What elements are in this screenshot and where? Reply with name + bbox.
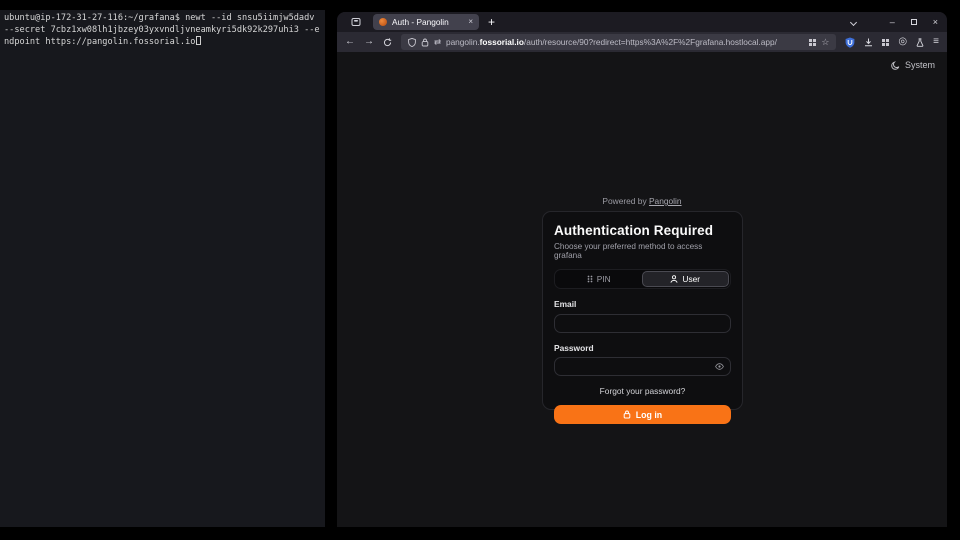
login-button-label: Log in — [636, 410, 662, 420]
window-close-button[interactable]: × — [933, 18, 938, 27]
ublock-extension-icon[interactable] — [845, 37, 855, 48]
moon-theme-icon — [891, 61, 900, 70]
list-tabs-chevron-icon[interactable] — [850, 18, 857, 25]
forward-icon[interactable]: → — [364, 37, 374, 47]
url-text[interactable]: pangolin.fossorial.io/auth/resource/90?r… — [446, 37, 804, 47]
auth-page: System Powered by Pangolin Authenticatio… — [337, 52, 947, 527]
tab-title: Auth - Pangolin — [392, 17, 463, 27]
settings-ring-icon[interactable]: ◎ — [898, 37, 907, 47]
bookmark-star-icon[interactable]: ☆ — [821, 37, 829, 48]
reload-icon[interactable] — [383, 38, 392, 47]
keypad-icon — [587, 275, 593, 283]
tab-auth-pangolin[interactable]: Auth - Pangolin × — [373, 14, 479, 30]
downloads-icon[interactable] — [864, 38, 873, 47]
window-minimize-button[interactable]: – — [890, 18, 895, 27]
extensions-icon[interactable] — [882, 39, 889, 46]
tab-user-label: User — [682, 274, 700, 284]
terminal-line: ndpoint https://pangolin.fossorial.io — [4, 36, 321, 49]
window-controls: – × — [851, 18, 947, 27]
page-action-icon[interactable]: ⇄ — [434, 37, 441, 47]
tracking-protection-shield-icon[interactable] — [408, 38, 416, 47]
url-bar[interactable]: ⇄ pangolin.fossorial.io/auth/resource/90… — [401, 34, 836, 50]
browser-window: Auth - Pangolin × + – × ← → — [337, 12, 947, 527]
pangolin-link[interactable]: Pangolin — [649, 196, 682, 206]
tab-pin[interactable]: PIN — [556, 271, 642, 287]
menu-icon[interactable]: ≡ — [933, 37, 939, 47]
card-subtitle: Choose your preferred method to access g… — [554, 242, 731, 260]
firefox-view-icon[interactable] — [351, 17, 361, 27]
auth-card: Authentication Required Choose your pref… — [542, 211, 743, 410]
login-lock-icon — [623, 410, 631, 419]
password-field[interactable] — [554, 357, 731, 376]
new-tab-button[interactable]: + — [488, 16, 495, 28]
user-icon — [670, 275, 678, 283]
card-title: Authentication Required — [554, 223, 731, 238]
lock-icon[interactable] — [421, 38, 429, 47]
tab-pin-label: PIN — [597, 274, 611, 284]
forgot-password-link[interactable]: Forgot your password? — [554, 386, 731, 396]
terminal-window[interactable]: ubuntu@ip-172-31-27-116:~/grafana$ newt … — [0, 10, 325, 527]
theme-label: System — [905, 60, 935, 70]
nav-toolbar: ← → ⇄ pangolin.fossorial.io/auth/resourc… — [337, 32, 947, 52]
back-icon[interactable]: ← — [345, 37, 355, 47]
container-grid-icon[interactable] — [809, 39, 816, 46]
show-password-eye-icon[interactable] — [715, 363, 724, 370]
desktop: ubuntu@ip-172-31-27-116:~/grafana$ newt … — [0, 0, 960, 540]
terminal-cursor — [196, 36, 201, 45]
tab-user[interactable]: User — [642, 271, 730, 287]
login-button[interactable]: Log in — [554, 405, 731, 424]
powered-by: Powered by Pangolin — [337, 196, 947, 206]
tab-strip: Auth - Pangolin × + – × — [337, 12, 947, 32]
email-field[interactable] — [554, 314, 731, 333]
auth-method-tabs: PIN User — [554, 269, 731, 289]
terminal-line: --secret 7cbz1xw08lh1jbzey03yxvndljvneam… — [4, 25, 321, 37]
flask-icon[interactable] — [916, 38, 924, 47]
pangolin-favicon — [379, 18, 387, 26]
tab-close-icon[interactable]: × — [468, 18, 473, 26]
password-label: Password — [554, 343, 731, 353]
window-maximize-button[interactable] — [911, 19, 917, 25]
theme-toggle[interactable]: System — [891, 60, 935, 70]
terminal-line: ubuntu@ip-172-31-27-116:~/grafana$ newt … — [4, 13, 321, 25]
email-label: Email — [554, 299, 731, 309]
